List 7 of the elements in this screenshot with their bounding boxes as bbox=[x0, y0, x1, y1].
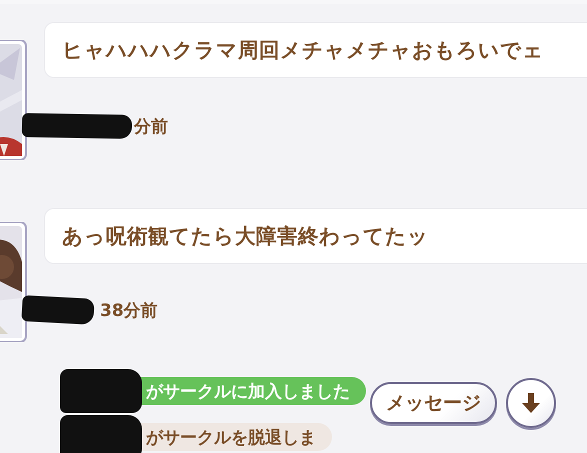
message-bubble: あっ呪術観てたら大障害終わってたッ bbox=[44, 208, 587, 264]
timestamp: 分前 bbox=[134, 116, 168, 138]
message-bubble: ヒャハハハクラマ周回メチャメチャおもろいでェ bbox=[44, 22, 587, 78]
down-arrow-icon bbox=[522, 393, 540, 413]
timestamp: 38分前 bbox=[100, 300, 158, 322]
message-button[interactable]: メッセージ bbox=[370, 382, 497, 424]
scroll-down-button[interactable] bbox=[506, 378, 556, 428]
